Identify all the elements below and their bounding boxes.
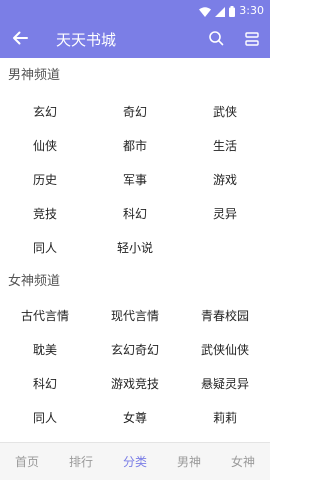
category-item[interactable]: 科幻	[0, 366, 90, 400]
category-item[interactable]: 武侠	[180, 94, 270, 128]
category-item[interactable]: 莉莉	[180, 400, 270, 434]
signal-icon	[215, 2, 226, 21]
category-item[interactable]: 同人	[0, 400, 90, 434]
category-content: 男神频道 玄幻 奇幻 武侠 仙侠 都市 生活 历史 军事 游戏 竞技 科幻 灵异…	[0, 58, 270, 442]
search-button[interactable]	[204, 28, 228, 52]
back-button[interactable]	[8, 28, 32, 52]
status-bar: 3:30	[0, 0, 270, 22]
page-title: 天天书城	[56, 31, 117, 49]
category-item[interactable]: 玄幻奇幻	[90, 332, 180, 366]
category-item[interactable]: 游戏	[180, 162, 270, 196]
nav-female[interactable]: 女神	[216, 443, 270, 480]
category-item[interactable]: 玄幻	[0, 94, 90, 128]
category-item[interactable]: 轻小说	[90, 230, 180, 264]
back-arrow-icon	[12, 30, 28, 50]
category-item[interactable]: 青春校园	[180, 298, 270, 332]
category-item[interactable]: 武侠仙侠	[180, 332, 270, 366]
nav-home[interactable]: 首页	[0, 443, 54, 480]
category-item[interactable]: 耽美	[0, 332, 90, 366]
category-item[interactable]: 游戏竞技	[90, 366, 180, 400]
menu-button[interactable]	[240, 28, 264, 52]
menu-icon	[244, 31, 260, 50]
search-icon	[208, 30, 224, 50]
category-item[interactable]: 历史	[0, 162, 90, 196]
battery-icon	[229, 2, 236, 21]
section-title-female: 女神频道	[8, 274, 61, 289]
category-item[interactable]: 古代言情	[0, 298, 90, 332]
category-item[interactable]: 同人	[0, 230, 90, 264]
category-item[interactable]: 灵异	[180, 196, 270, 230]
category-item[interactable]: 现代言情	[90, 298, 180, 332]
nav-category[interactable]: 分类	[108, 443, 162, 480]
category-item[interactable]: 竞技	[0, 196, 90, 230]
category-item[interactable]: 科幻	[90, 196, 180, 230]
category-grid-female: 古代言情 现代言情 青春校园 耽美 玄幻奇幻 武侠仙侠 科幻 游戏竞技 悬疑灵异…	[0, 298, 270, 434]
category-item[interactable]: 女尊	[90, 400, 180, 434]
nav-male[interactable]: 男神	[162, 443, 216, 480]
app-bar: 天天书城	[0, 22, 270, 58]
wifi-icon	[199, 2, 212, 21]
category-item[interactable]: 仙侠	[0, 128, 90, 162]
bottom-nav: 首页 排行 分类 男神 女神	[0, 442, 270, 480]
category-grid-male: 玄幻 奇幻 武侠 仙侠 都市 生活 历史 军事 游戏 竞技 科幻 灵异 同人 轻…	[0, 94, 270, 264]
category-item[interactable]: 都市	[90, 128, 180, 162]
section-title-male: 男神频道	[8, 68, 61, 83]
nav-ranking[interactable]: 排行	[54, 443, 108, 480]
status-time: 3:30	[239, 4, 264, 17]
category-item[interactable]: 军事	[90, 162, 180, 196]
status-icons: 3:30	[199, 4, 264, 18]
category-item[interactable]: 奇幻	[90, 94, 180, 128]
category-item[interactable]: 生活	[180, 128, 270, 162]
category-item[interactable]: 悬疑灵异	[180, 366, 270, 400]
